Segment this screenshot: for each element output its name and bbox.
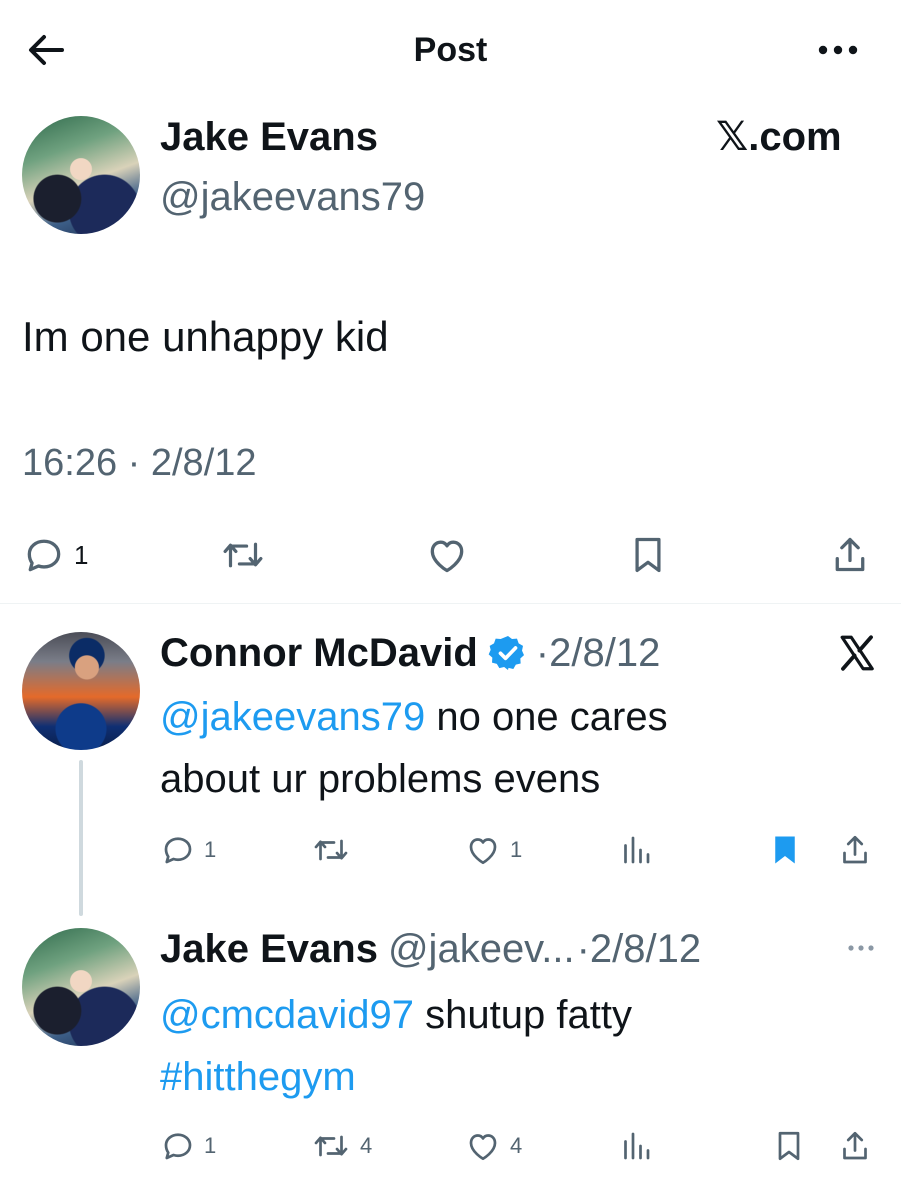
bookmark-filled-icon <box>768 832 802 868</box>
tweet-text: @jakeevans79 no one cares <box>160 686 668 748</box>
like-button[interactable]: 4 <box>464 1128 522 1164</box>
verified-badge-icon <box>488 633 528 673</box>
author-handle[interactable]: @jakeev... <box>388 926 575 972</box>
tweet-text: Im one unhappy kid <box>22 313 389 360</box>
page-title: Post <box>413 31 488 69</box>
reply-icon <box>22 533 66 577</box>
like-icon <box>464 1128 502 1164</box>
share-button[interactable] <box>830 533 870 577</box>
like-icon <box>424 533 470 577</box>
mention-link[interactable]: @cmcdavid97 <box>160 993 414 1037</box>
retweet-button[interactable]: 4 <box>310 1128 372 1164</box>
views-icon <box>620 1128 652 1164</box>
share-button[interactable] <box>838 1128 872 1164</box>
tweet-text-line: about ur problems evens <box>160 757 601 801</box>
views-icon <box>620 832 652 868</box>
bookmark-icon <box>772 1128 806 1164</box>
author-name[interactable]: Connor McDavid <box>160 630 478 676</box>
share-icon <box>830 533 870 577</box>
retweet-count: 4 <box>360 1133 373 1158</box>
hashtag-link[interactable]: #hitthegym <box>160 1046 356 1108</box>
bookmark-button[interactable] <box>768 832 802 868</box>
more-horizontal-icon[interactable] <box>846 938 876 958</box>
tweet-date[interactable]: ·2/8/12 <box>536 630 661 676</box>
tweet-text-part: shutup fatty <box>414 993 632 1037</box>
tweet-text-part: no one cares <box>425 695 668 739</box>
share-button[interactable] <box>838 832 872 868</box>
retweet-icon <box>218 533 268 577</box>
reply-button[interactable]: 1 <box>160 1128 216 1164</box>
reply-count: 1 <box>204 837 217 862</box>
thread-line <box>79 760 83 916</box>
more-horizontal-icon[interactable] <box>815 32 861 68</box>
reply-icon <box>160 832 196 868</box>
author-name[interactable]: Jake Evans <box>160 926 378 972</box>
bookmark-button[interactable] <box>628 533 668 577</box>
x-logo-icon: 𝕏.com <box>716 115 842 159</box>
reply-icon <box>160 1128 196 1164</box>
share-icon <box>838 832 872 868</box>
bookmark-button[interactable] <box>772 1128 806 1164</box>
like-count: 4 <box>510 1133 523 1158</box>
retweet-button[interactable] <box>218 533 268 577</box>
like-count: 1 <box>510 837 523 862</box>
mention-link[interactable]: @jakeevans79 <box>160 695 425 739</box>
avatar[interactable] <box>22 116 140 234</box>
reply-button[interactable]: 1 <box>22 533 88 577</box>
reply-count: 1 <box>74 539 89 570</box>
retweet-icon <box>310 1128 352 1164</box>
tweet-timestamp[interactable]: 16:26 · 2/8/12 <box>22 440 257 486</box>
tweet-date[interactable]: ·2/8/12 <box>577 926 702 972</box>
like-button[interactable]: 1 <box>464 832 522 868</box>
avatar[interactable] <box>22 632 140 750</box>
retweet-icon <box>310 832 352 868</box>
like-button[interactable] <box>424 533 470 577</box>
tweet-text: @cmcdavid97 shutup fatty <box>160 984 632 1046</box>
reply-header: Jake Evans @jakeev... ·2/8/12 <box>160 926 701 972</box>
views-button[interactable] <box>620 1128 652 1164</box>
author-handle[interactable]: @jakeevans79 <box>160 174 425 220</box>
views-button[interactable] <box>620 832 652 868</box>
like-icon <box>464 832 502 868</box>
reply-count: 1 <box>204 1133 217 1158</box>
share-icon <box>838 1128 872 1164</box>
retweet-button[interactable] <box>310 832 352 868</box>
reply-header: Connor McDavid ·2/8/12 <box>160 630 660 676</box>
author-name[interactable]: Jake Evans <box>160 114 378 160</box>
reply-button[interactable]: 1 <box>160 832 216 868</box>
x-logo-icon <box>836 632 878 674</box>
bookmark-icon <box>628 533 668 577</box>
divider <box>0 603 901 604</box>
avatar[interactable] <box>22 928 140 1046</box>
